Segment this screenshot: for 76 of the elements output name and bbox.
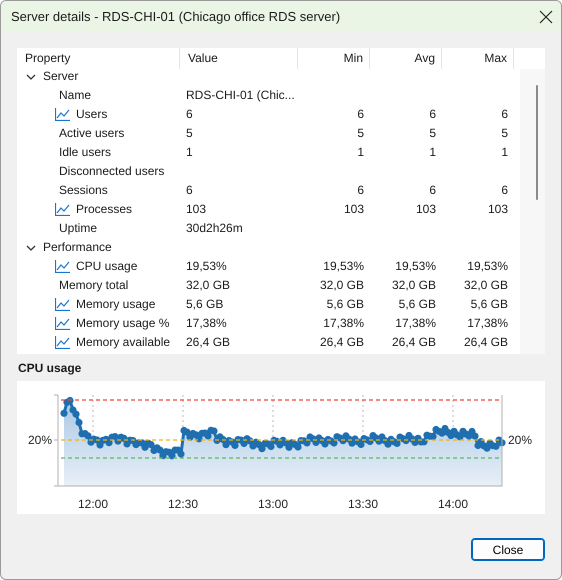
- property-name: CPU usage: [76, 258, 138, 275]
- table-cell-text: 5,6 GB: [470, 296, 509, 313]
- property-name: Disconnected users: [59, 163, 164, 180]
- y-axis-label: 20%: [508, 433, 532, 447]
- chevron-icon[interactable]: [26, 72, 36, 82]
- chevron-icon[interactable]: [26, 242, 36, 252]
- property-name: Memory available: [76, 334, 170, 351]
- table-cell-text: 17,38%: [185, 315, 228, 332]
- table-cell-text: 1: [428, 144, 437, 161]
- x-axis-label: 12:00: [78, 497, 108, 511]
- table-cell-text: 5,6 GB: [185, 296, 224, 313]
- table-cell-text: 19,53%: [322, 258, 365, 275]
- column-header: Property: [17, 48, 180, 69]
- table-cell-text: 103: [414, 201, 437, 218]
- close-button[interactable]: Close: [471, 538, 545, 561]
- table-cell-text: 17,38%: [322, 315, 365, 332]
- table-cell-text: 26,4 GB: [462, 334, 509, 351]
- chart-title: CPU usage: [18, 361, 82, 375]
- table-cell-text: 26,4 GB: [390, 334, 437, 351]
- group-label: Server: [43, 68, 78, 85]
- property-name: Processes: [76, 201, 132, 218]
- y-axis-label: 20%: [28, 433, 52, 447]
- table-cell-text: 6: [356, 182, 365, 199]
- property-name: Active users: [59, 125, 124, 142]
- table-cell-text: 6: [185, 182, 194, 199]
- table-cell-text: 32,0 GB: [462, 277, 509, 294]
- column-header: Max: [442, 48, 514, 69]
- x-axis-label: 12:30: [168, 497, 198, 511]
- table-cell-text: 19,53%: [394, 258, 437, 275]
- table-cell-text: 103: [185, 201, 208, 218]
- table-cell-text: 6: [500, 106, 509, 123]
- group-label: Performance: [43, 239, 112, 256]
- table-cell-text: 26,4 GB: [185, 334, 232, 351]
- table-cell-text: 1: [356, 144, 365, 161]
- table-cell-text: 6: [356, 106, 365, 123]
- property-name: Uptime: [59, 220, 98, 237]
- table-cell-text: 6: [428, 182, 437, 199]
- property-name: Memory usage %: [76, 315, 170, 332]
- property-name: Memory total: [59, 277, 128, 294]
- property-name: Name: [59, 87, 92, 104]
- window-title: Server details - RDS-CHI-01 (Chicago office RDS server): [11, 9, 340, 24]
- table-cell-text: 17,38%: [466, 315, 509, 332]
- table-cell-text: 19,53%: [185, 258, 228, 275]
- table-cell-text: 32,0 GB: [318, 277, 365, 294]
- table-cell-text: 6: [185, 106, 194, 123]
- x-axis-label: 13:00: [258, 497, 288, 511]
- table-cell-text: 103: [486, 201, 509, 218]
- property-name: Memory usage: [76, 296, 156, 313]
- table-cell-text: 6: [500, 182, 509, 199]
- table-cell-text: 1: [185, 144, 194, 161]
- table-cell-text: 5: [185, 125, 194, 142]
- table-cell-text: 26,4 GB: [318, 334, 365, 351]
- table-cell-text: RDS-CHI-01 (Chic...: [185, 87, 296, 104]
- table-cell-text: 32,0 GB: [390, 277, 437, 294]
- column-header: Avg: [370, 48, 442, 69]
- table-cell-text: 17,38%: [394, 315, 437, 332]
- table-cell-text: 5,6 GB: [398, 296, 437, 313]
- close-icon[interactable]: [539, 10, 553, 24]
- table-cell-text: 1: [500, 144, 509, 161]
- property-name: Idle users: [59, 144, 112, 161]
- property-name: Users: [76, 106, 108, 123]
- table-cell-text: 5,6 GB: [326, 296, 365, 313]
- column-header: Value: [180, 48, 298, 69]
- property-name: Sessions: [59, 182, 108, 199]
- table-cell-text: 5: [428, 125, 437, 142]
- table-cell-text: 6: [428, 106, 437, 123]
- table-cell-text: 5: [500, 125, 509, 142]
- table-cell-text: 30d2h26m: [185, 220, 244, 237]
- x-axis-label: 14:00: [438, 497, 468, 511]
- x-axis-label: 13:30: [348, 497, 378, 511]
- table-cell-text: 103: [342, 201, 365, 218]
- table-cell-text: 5: [356, 125, 365, 142]
- scrollbar-thumb[interactable]: [536, 85, 538, 200]
- column-header: Min: [298, 48, 370, 69]
- table-cell-text: 19,53%: [466, 258, 509, 275]
- table-cell-text: 32,0 GB: [185, 277, 232, 294]
